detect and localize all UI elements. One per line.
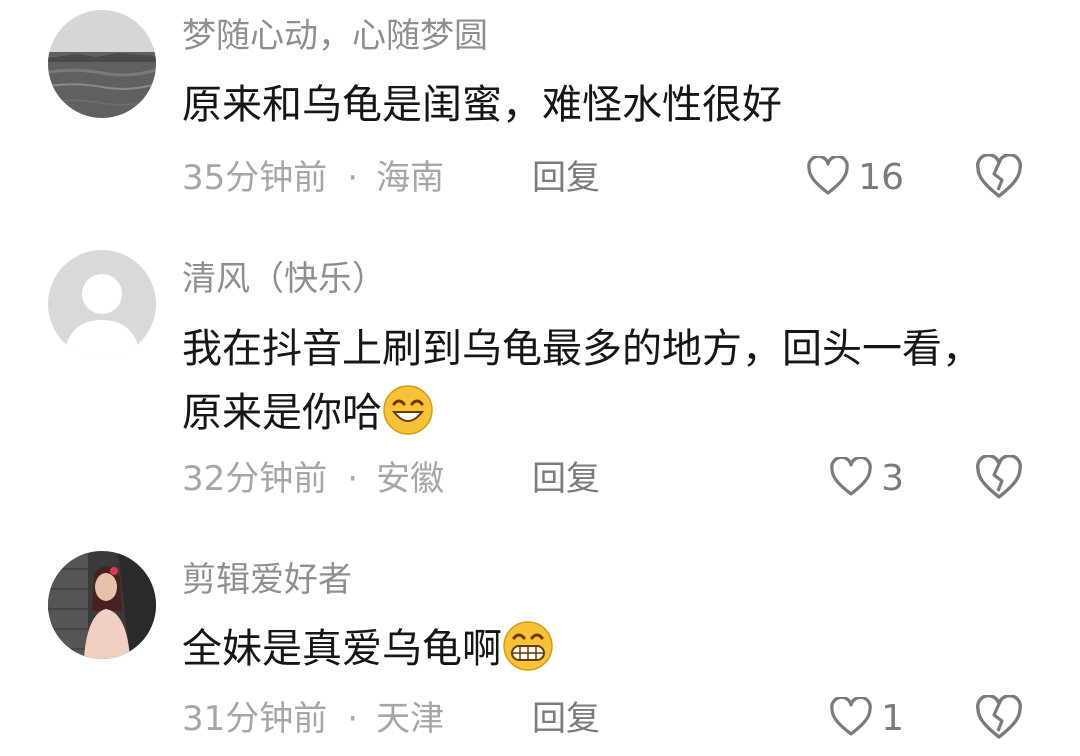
comment-username[interactable]: 梦随心动，心随梦圆 (182, 16, 488, 56)
grin-emoji (502, 620, 554, 672)
dislike-button[interactable] (974, 153, 1024, 204)
comment-location: 安徽 (376, 459, 445, 499)
heart-outline-icon (829, 455, 873, 501)
heart-outline-icon (829, 695, 873, 741)
comment-text-content: 全妹是真爱乌龟啊 (182, 626, 502, 672)
comment-time: 35分钟前 (182, 158, 328, 198)
dislike-button[interactable] (974, 454, 1024, 505)
comment-meta: 35分钟前 · 海南 (182, 156, 444, 200)
meta-separator: · (347, 699, 359, 739)
dislike-button[interactable] (974, 694, 1024, 745)
broken-heart-icon (974, 153, 1024, 204)
comment-location: 海南 (376, 158, 445, 198)
meta-separator: · (347, 459, 359, 499)
meta-separator: · (347, 158, 359, 198)
broken-heart-icon (974, 454, 1024, 505)
avatar[interactable] (48, 10, 156, 118)
avatar[interactable] (48, 551, 156, 659)
avatar[interactable] (48, 250, 156, 358)
like-count: 16 (858, 157, 904, 198)
comment-username[interactable]: 剪辑爱好者 (182, 560, 352, 600)
comment-meta: 31分钟前 · 天津 (182, 697, 444, 741)
comment-location: 天津 (376, 699, 445, 739)
comment-time: 31分钟前 (182, 699, 328, 739)
like-button[interactable]: 1 (829, 695, 904, 741)
comment-time: 32分钟前 (182, 459, 328, 499)
like-button[interactable]: 3 (829, 455, 904, 501)
comment-text: 全妹是真爱乌龟啊 (182, 617, 1012, 681)
comment-text: 我在抖音上刷到乌龟最多的地方，回头一看，原来是你哈 (182, 317, 1012, 445)
comment-text-content: 原来和乌龟是闺蜜，难怪水性很好 (182, 82, 782, 128)
like-button[interactable]: 16 (806, 154, 904, 200)
comment-item: 梦随心动，心随梦圆 原来和乌龟是闺蜜，难怪水性很好 35分钟前 · 海南 回复 16 (0, 0, 1080, 220)
comment-username[interactable]: 清风（快乐） (182, 259, 386, 299)
comment-meta: 32分钟前 · 安徽 (182, 457, 444, 501)
broken-heart-icon (974, 694, 1024, 745)
like-count: 1 (881, 698, 904, 739)
smile-emoji (382, 384, 434, 436)
heart-outline-icon (806, 154, 850, 200)
comment-text: 原来和乌龟是闺蜜，难怪水性很好 (182, 73, 1012, 137)
comment-text-content: 我在抖音上刷到乌龟最多的地方，回头一看，原来是你哈 (182, 326, 982, 436)
reply-button[interactable]: 回复 (532, 156, 600, 200)
reply-button[interactable]: 回复 (532, 457, 600, 501)
reply-button[interactable]: 回复 (532, 697, 600, 741)
like-count: 3 (881, 458, 904, 499)
